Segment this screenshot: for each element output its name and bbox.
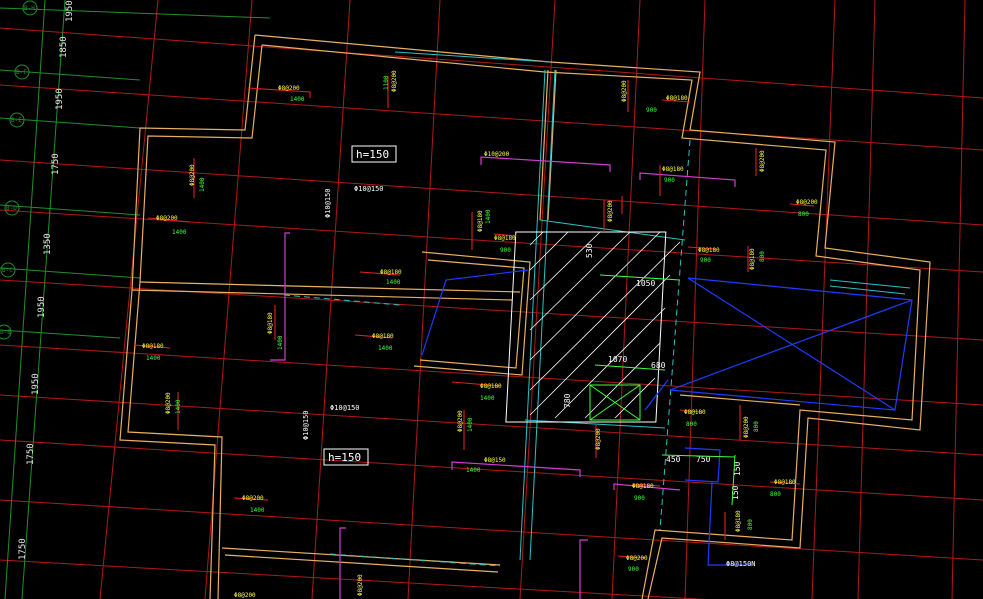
- rebar-spec: Φ8@180: [372, 333, 394, 340]
- length-label: 1400: [172, 229, 187, 236]
- slab-thickness-text: h=150: [328, 451, 361, 464]
- stair-dim: 1050: [636, 279, 655, 288]
- length-label: 800: [747, 519, 754, 530]
- length-label: 1100: [383, 75, 390, 90]
- rebar-spec: Φ8@180: [666, 95, 688, 102]
- axis-bubbles: B-H B-F B-E B-D B-C B-B: [0, 0, 38, 340]
- axis-dim: 1750: [18, 538, 28, 560]
- openings: [421, 269, 913, 566]
- rebar-spec: Φ8@200: [621, 80, 628, 102]
- rebar-spec: Φ8@200: [626, 555, 648, 562]
- length-label: 900: [634, 495, 645, 502]
- rebar-spec: Φ8@200: [278, 85, 300, 92]
- rebar-spec: Φ10@200: [484, 151, 510, 158]
- main-rebar-labels: Φ10@150 Φ10@150 Φ10@150 Φ10@150: [302, 185, 384, 440]
- length-label: 1400: [250, 507, 265, 514]
- stair-dim: 1070: [608, 355, 627, 364]
- length-label: 900: [628, 566, 639, 573]
- slab-tag-upper: h=150: [351, 145, 397, 163]
- length-label: 900: [700, 257, 711, 264]
- rebar-spec: Φ8@200: [607, 200, 614, 222]
- rebar-spec: Φ8@180: [774, 479, 796, 486]
- stair-dim: 450: [666, 455, 681, 464]
- axis-dim: 1750: [51, 153, 61, 175]
- length-label: 1400: [466, 467, 481, 474]
- rebar-spec: Φ8@200: [457, 410, 464, 432]
- rebar-spec: Φ8@200: [189, 164, 196, 186]
- cad-drawing-canvas[interactable]: B-H B-F B-E B-D B-C B-B 1950 1850 1950 1…: [0, 0, 983, 599]
- axis-bubble-label: B-D: [6, 205, 17, 212]
- length-label: 1400: [467, 417, 474, 432]
- rebar-spec: Φ8@200: [242, 495, 264, 502]
- rebar-spec: Φ8@200: [796, 199, 818, 206]
- length-label: 1400: [480, 395, 495, 402]
- rebar-spec: Φ8@180: [698, 247, 720, 254]
- rebar-spec: Φ8@200: [357, 574, 364, 596]
- rebar-spec: Φ8@180: [142, 343, 164, 350]
- rebar-spec: Φ8@180: [477, 210, 484, 232]
- length-label: 800: [753, 421, 760, 432]
- top-rebars: [270, 156, 736, 599]
- rebar-spec: Φ8@180: [494, 235, 516, 242]
- rebar-spec: Φ8@180: [480, 383, 502, 390]
- axis-dim: 1950: [55, 88, 65, 110]
- rebar-spec: Φ8@180: [735, 510, 742, 532]
- slab-thickness-text: h=150: [356, 148, 389, 161]
- rebar-spec: Φ8@200: [595, 428, 602, 450]
- rebar-spec: Φ8@150: [484, 457, 506, 464]
- length-label: 900: [646, 107, 657, 114]
- rebar-spec: Φ8@200: [156, 215, 178, 222]
- length-label: 800: [759, 251, 766, 262]
- rebar-spec: Φ8@200: [759, 150, 766, 172]
- rebar-spec: Φ8@180: [380, 269, 402, 276]
- stair-tag: Φ8@150N: [726, 560, 756, 568]
- rebar-label: Φ10@150: [302, 410, 310, 440]
- axis-dim: 1850: [59, 36, 69, 58]
- rebar-spec: Φ8@180: [267, 312, 274, 334]
- length-label: 800: [686, 421, 697, 428]
- length-label: 1400: [277, 335, 284, 350]
- axis-bubble-label: B-B: [0, 329, 11, 336]
- length-label: 800: [798, 211, 809, 218]
- rebar-label: Φ10@150: [324, 188, 332, 218]
- axis-bubble-label: B-C: [2, 267, 13, 274]
- axis-dim: 1750: [26, 443, 36, 465]
- length-label: 900: [664, 177, 675, 184]
- rebar-spec: Φ8@180: [632, 483, 654, 490]
- rebar-label: Φ10@150: [354, 185, 384, 193]
- rebar-spec: Φ8@200: [165, 392, 172, 414]
- axis-dim: 1950: [65, 0, 75, 22]
- axis-bubble-label: B-H: [24, 5, 35, 12]
- length-label: 1400: [175, 399, 182, 414]
- rebar-spec: Φ8@180: [684, 409, 706, 416]
- length-label: 1400: [146, 355, 161, 362]
- rebar-spec: Φ8@200: [234, 592, 256, 599]
- rebar-spec: Φ8@180: [662, 166, 684, 173]
- rebar-label: Φ10@150: [330, 404, 360, 412]
- length-label: 900: [500, 247, 511, 254]
- stair-dim: 680: [651, 361, 666, 370]
- hatch-region: [505, 231, 667, 423]
- length-label: 1400: [290, 96, 305, 103]
- rebar-spec: Φ8@200: [743, 416, 750, 438]
- rebar-spec: Φ8@200: [391, 70, 398, 92]
- rebar-spec: Φ8@180: [749, 248, 756, 270]
- length-label: 1400: [378, 345, 393, 352]
- slab-tag-lower: h=150: [323, 448, 369, 466]
- axis-dim: 1350: [43, 233, 53, 255]
- length-label: 1400: [199, 177, 206, 192]
- axis-dim: 1950: [31, 373, 41, 395]
- length-label: 1400: [485, 209, 492, 224]
- axis-bubble-label: B-E: [11, 117, 22, 124]
- axis-bubble-label: B-F: [16, 69, 27, 76]
- stair-dimensions: 1050 1070 680 780 530 450 750 150 150: [563, 243, 742, 500]
- stair-dim: 530: [585, 243, 594, 258]
- length-label: 800: [770, 491, 781, 498]
- length-label: 1400: [386, 279, 401, 286]
- stair-dim: 780: [563, 393, 572, 408]
- rebar-spec-labels: Φ8@200 Φ8@200 Φ8@200 Φ8@180 Φ8@200 Φ8@20…: [142, 70, 818, 599]
- axis-dim: 1950: [37, 296, 47, 318]
